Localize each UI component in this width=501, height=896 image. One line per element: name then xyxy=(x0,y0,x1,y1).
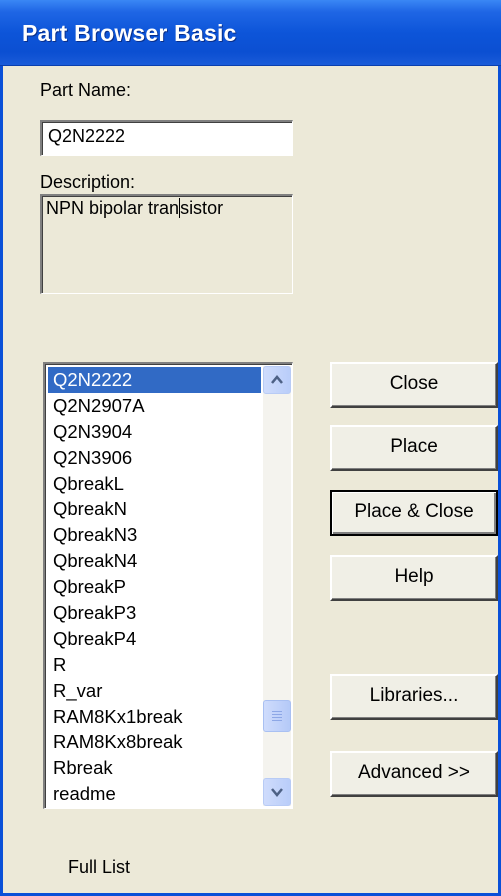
title-bar[interactable]: Part Browser Basic xyxy=(0,0,501,66)
description-field: NPN bipolar transistor xyxy=(40,194,293,294)
list-scrollbar[interactable] xyxy=(263,366,291,806)
chevron-up-icon xyxy=(271,375,283,384)
list-item[interactable]: QbreakN4 xyxy=(48,548,261,574)
scroll-down-button[interactable] xyxy=(263,778,291,806)
list-item[interactable]: readme xyxy=(48,781,261,807)
list-item[interactable]: Q2N3906 xyxy=(48,445,261,471)
list-item[interactable]: QbreakN3 xyxy=(48,522,261,548)
list-item[interactable]: Q2N3904 xyxy=(48,419,261,445)
description-text-start: NPN bipolar tran xyxy=(46,198,180,218)
list-item[interactable]: QbreakL xyxy=(48,471,261,497)
list-item[interactable]: RAM8Kx1break xyxy=(48,704,261,730)
grip-line xyxy=(272,717,282,718)
description-text-end: sistor xyxy=(180,198,224,218)
scroll-thumb[interactable] xyxy=(263,700,291,732)
part-name-label: Part Name: xyxy=(40,80,132,100)
list-item[interactable]: Rbreak xyxy=(48,755,261,781)
chevron-down-icon xyxy=(271,788,283,797)
list-item[interactable]: QbreakP4 xyxy=(48,626,261,652)
list-item[interactable]: Q2N2907A xyxy=(48,393,261,419)
part-browser-window: Part Browser Basic Part Name: Q2N2222 De… xyxy=(0,0,501,896)
grip-line xyxy=(272,714,282,715)
scroll-up-button[interactable] xyxy=(263,366,291,394)
place-button[interactable]: Place xyxy=(330,425,498,471)
grip-line xyxy=(272,711,282,712)
help-button[interactable]: Help xyxy=(330,555,498,601)
close-button[interactable]: Close xyxy=(330,362,498,408)
list-item[interactable]: RAM8Kx8break xyxy=(48,729,261,755)
list-item[interactable]: QbreakN xyxy=(48,496,261,522)
libraries-button[interactable]: Libraries... xyxy=(330,674,498,720)
list-item[interactable]: QbreakP3 xyxy=(48,600,261,626)
list-item[interactable]: R xyxy=(48,652,261,678)
grip-line xyxy=(272,720,282,721)
parts-list[interactable]: Q2N2222 Q2N2907A Q2N3904 Q2N3906 QbreakL Qbre… xyxy=(43,362,293,809)
parts-list-items: Q2N2222 Q2N2907A Q2N3904 Q2N3906 QbreakL Qbre… xyxy=(48,367,261,807)
list-item[interactable]: R_var xyxy=(48,678,261,704)
description-label: Description: xyxy=(40,172,136,192)
place-and-close-button[interactable]: Place & Close xyxy=(330,490,498,536)
window-title: Part Browser Basic xyxy=(22,20,237,46)
part-name-input[interactable]: Q2N2222 xyxy=(40,120,293,156)
list-item[interactable]: Q2N2222 xyxy=(48,367,261,393)
part-name-value: Q2N2222 xyxy=(48,126,126,146)
list-item[interactable]: QbreakP xyxy=(48,574,261,600)
advanced-button[interactable]: Advanced >> xyxy=(330,751,498,797)
list-mode-status: Full List xyxy=(68,857,131,877)
